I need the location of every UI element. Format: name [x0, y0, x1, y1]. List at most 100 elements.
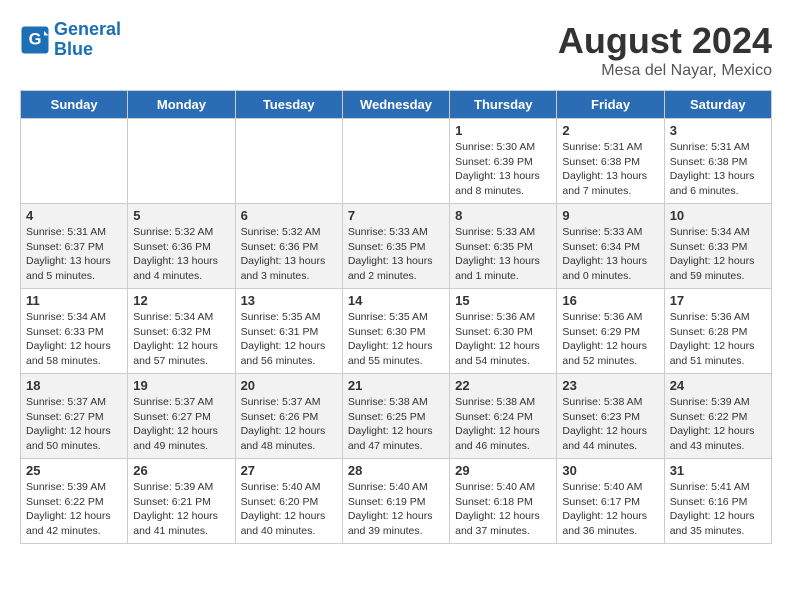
- day-info: Sunrise: 5:36 AMSunset: 6:29 PMDaylight:…: [562, 310, 658, 369]
- day-number: 2: [562, 123, 658, 138]
- day-info: Sunrise: 5:39 AMSunset: 6:21 PMDaylight:…: [133, 480, 229, 539]
- column-header-monday: Monday: [128, 91, 235, 119]
- calendar-cell: 2 Sunrise: 5:31 AMSunset: 6:38 PMDaylight…: [557, 119, 664, 204]
- day-info: Sunrise: 5:38 AMSunset: 6:23 PMDaylight:…: [562, 395, 658, 454]
- calendar-cell: 29 Sunrise: 5:40 AMSunset: 6:18 PMDayligh…: [450, 459, 557, 544]
- calendar-cell: 13Sunrise: 5:35 AMSunset: 6:31 PMDayligh…: [235, 289, 342, 374]
- page-header: G GeneralBlue August 2024 Mesa del Nayar…: [20, 20, 772, 80]
- calendar-cell: 8Sunrise: 5:33 AMSunset: 6:35 PMDaylight…: [450, 204, 557, 289]
- day-info: Sunrise: 5:40 AMSunset: 6:17 PMDaylight:…: [562, 480, 658, 539]
- calendar-cell: 18 Sunrise: 5:37 AMSunset: 6:27 PMDayligh…: [21, 374, 128, 459]
- day-number: 15: [455, 293, 551, 308]
- calendar-cell: 30 Sunrise: 5:40 AMSunset: 6:17 PMDayligh…: [557, 459, 664, 544]
- day-info: Sunrise: 5:31 AMSunset: 6:38 PMDaylight:…: [670, 140, 766, 199]
- logo-icon: G: [20, 25, 50, 55]
- day-number: 7: [348, 208, 444, 223]
- day-info: Sunrise: 5:34 AMSunset: 6:33 PMDaylight:…: [670, 225, 766, 284]
- day-info: Sunrise: 5:38 AMSunset: 6:24 PMDaylight:…: [455, 395, 551, 454]
- calendar-cell: [21, 119, 128, 204]
- svg-text:G: G: [29, 30, 42, 48]
- calendar-cell: [235, 119, 342, 204]
- calendar-header-row: SundayMondayTuesdayWednesdayThursdayFrid…: [21, 91, 772, 119]
- day-number: 14: [348, 293, 444, 308]
- calendar-cell: 14 Sunrise: 5:35 AMSunset: 6:30 PMDayligh…: [342, 289, 449, 374]
- day-info: Sunrise: 5:34 AMSunset: 6:33 PMDaylight:…: [26, 310, 122, 369]
- day-number: 27: [241, 463, 337, 478]
- calendar-week-2: 4Sunrise: 5:31 AMSunset: 6:37 PMDaylight…: [21, 204, 772, 289]
- calendar-week-4: 18 Sunrise: 5:37 AMSunset: 6:27 PMDayligh…: [21, 374, 772, 459]
- main-title: August 2024: [558, 20, 772, 62]
- day-number: 28: [348, 463, 444, 478]
- calendar-cell: 19 Sunrise: 5:37 AMSunset: 6:27 PMDayligh…: [128, 374, 235, 459]
- day-number: 18: [26, 378, 122, 393]
- day-info: Sunrise: 5:37 AMSunset: 6:27 PMDaylight:…: [26, 395, 122, 454]
- day-number: 12: [133, 293, 229, 308]
- day-info: Sunrise: 5:32 AMSunset: 6:36 PMDaylight:…: [133, 225, 229, 284]
- day-number: 3: [670, 123, 766, 138]
- day-number: 22: [455, 378, 551, 393]
- column-header-thursday: Thursday: [450, 91, 557, 119]
- calendar-cell: 3 Sunrise: 5:31 AMSunset: 6:38 PMDaylight…: [664, 119, 771, 204]
- day-number: 13: [241, 293, 337, 308]
- calendar-cell: 5 Sunrise: 5:32 AMSunset: 6:36 PMDaylight…: [128, 204, 235, 289]
- calendar-cell: 10 Sunrise: 5:34 AMSunset: 6:33 PMDayligh…: [664, 204, 771, 289]
- day-number: 31: [670, 463, 766, 478]
- subtitle: Mesa del Nayar, Mexico: [558, 62, 772, 80]
- day-number: 16: [562, 293, 658, 308]
- day-number: 24: [670, 378, 766, 393]
- day-number: 9: [562, 208, 658, 223]
- title-area: August 2024 Mesa del Nayar, Mexico: [558, 20, 772, 80]
- day-info: Sunrise: 5:40 AMSunset: 6:20 PMDaylight:…: [241, 480, 337, 539]
- calendar-cell: 20Sunrise: 5:37 AMSunset: 6:26 PMDayligh…: [235, 374, 342, 459]
- day-info: Sunrise: 5:33 AMSunset: 6:35 PMDaylight:…: [348, 225, 444, 284]
- column-header-tuesday: Tuesday: [235, 91, 342, 119]
- calendar-cell: 12 Sunrise: 5:34 AMSunset: 6:32 PMDayligh…: [128, 289, 235, 374]
- day-info: Sunrise: 5:36 AMSunset: 6:28 PMDaylight:…: [670, 310, 766, 369]
- column-header-saturday: Saturday: [664, 91, 771, 119]
- calendar-week-5: 25Sunrise: 5:39 AMSunset: 6:22 PMDayligh…: [21, 459, 772, 544]
- calendar-cell: 17Sunrise: 5:36 AMSunset: 6:28 PMDayligh…: [664, 289, 771, 374]
- day-number: 10: [670, 208, 766, 223]
- calendar-cell: 31Sunrise: 5:41 AMSunset: 6:16 PMDayligh…: [664, 459, 771, 544]
- day-info: Sunrise: 5:32 AMSunset: 6:36 PMDaylight:…: [241, 225, 337, 284]
- calendar-cell: 28 Sunrise: 5:40 AMSunset: 6:19 PMDayligh…: [342, 459, 449, 544]
- logo-text: GeneralBlue: [54, 20, 121, 60]
- day-number: 25: [26, 463, 122, 478]
- day-info: Sunrise: 5:31 AMSunset: 6:38 PMDaylight:…: [562, 140, 658, 199]
- day-number: 19: [133, 378, 229, 393]
- day-info: Sunrise: 5:30 AMSunset: 6:39 PMDaylight:…: [455, 140, 551, 199]
- day-number: 8: [455, 208, 551, 223]
- day-number: 30: [562, 463, 658, 478]
- day-info: Sunrise: 5:35 AMSunset: 6:30 PMDaylight:…: [348, 310, 444, 369]
- calendar-cell: 24 Sunrise: 5:39 AMSunset: 6:22 PMDayligh…: [664, 374, 771, 459]
- day-info: Sunrise: 5:33 AMSunset: 6:34 PMDaylight:…: [562, 225, 658, 284]
- day-info: Sunrise: 5:39 AMSunset: 6:22 PMDaylight:…: [670, 395, 766, 454]
- calendar-cell: 27 Sunrise: 5:40 AMSunset: 6:20 PMDayligh…: [235, 459, 342, 544]
- day-info: Sunrise: 5:38 AMSunset: 6:25 PMDaylight:…: [348, 395, 444, 454]
- day-number: 1: [455, 123, 551, 138]
- calendar-cell: [128, 119, 235, 204]
- day-number: 6: [241, 208, 337, 223]
- day-number: 4: [26, 208, 122, 223]
- calendar-cell: 9 Sunrise: 5:33 AMSunset: 6:34 PMDaylight…: [557, 204, 664, 289]
- day-info: Sunrise: 5:40 AMSunset: 6:19 PMDaylight:…: [348, 480, 444, 539]
- day-number: 29: [455, 463, 551, 478]
- day-info: Sunrise: 5:34 AMSunset: 6:32 PMDaylight:…: [133, 310, 229, 369]
- day-info: Sunrise: 5:37 AMSunset: 6:27 PMDaylight:…: [133, 395, 229, 454]
- column-header-sunday: Sunday: [21, 91, 128, 119]
- day-number: 26: [133, 463, 229, 478]
- day-info: Sunrise: 5:40 AMSunset: 6:18 PMDaylight:…: [455, 480, 551, 539]
- calendar-cell: 1 Sunrise: 5:30 AMSunset: 6:39 PMDaylight…: [450, 119, 557, 204]
- calendar-cell: 23Sunrise: 5:38 AMSunset: 6:23 PMDayligh…: [557, 374, 664, 459]
- day-number: 5: [133, 208, 229, 223]
- logo: G GeneralBlue: [20, 20, 121, 60]
- calendar-week-1: 1 Sunrise: 5:30 AMSunset: 6:39 PMDaylight…: [21, 119, 772, 204]
- calendar-cell: 22 Sunrise: 5:38 AMSunset: 6:24 PMDayligh…: [450, 374, 557, 459]
- day-number: 11: [26, 293, 122, 308]
- calendar-cell: [342, 119, 449, 204]
- calendar-cell: 26 Sunrise: 5:39 AMSunset: 6:21 PMDayligh…: [128, 459, 235, 544]
- calendar-table: SundayMondayTuesdayWednesdayThursdayFrid…: [20, 90, 772, 544]
- calendar-cell: 7 Sunrise: 5:33 AMSunset: 6:35 PMDaylight…: [342, 204, 449, 289]
- calendar-cell: 16 Sunrise: 5:36 AMSunset: 6:29 PMDayligh…: [557, 289, 664, 374]
- calendar-cell: 25Sunrise: 5:39 AMSunset: 6:22 PMDayligh…: [21, 459, 128, 544]
